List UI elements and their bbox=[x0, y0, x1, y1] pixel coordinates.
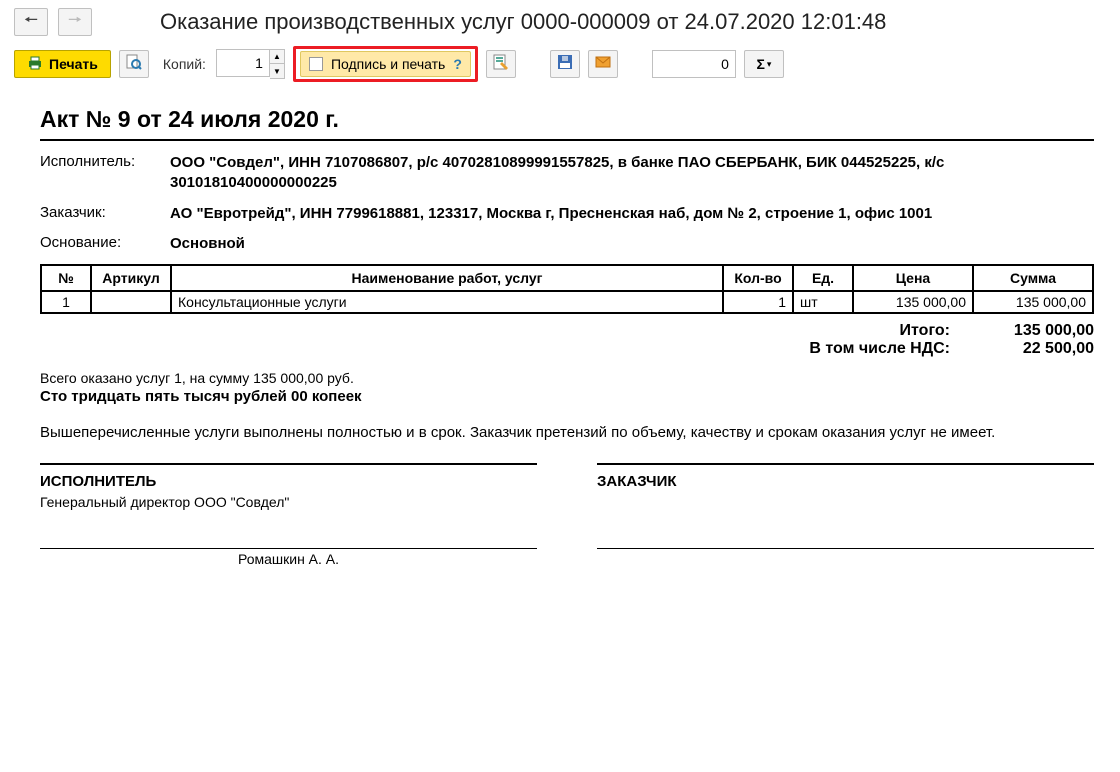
email-button[interactable] bbox=[588, 50, 618, 78]
th-art: Артикул bbox=[91, 265, 171, 291]
print-button-label: Печать bbox=[49, 56, 98, 72]
sign-seal-highlight: Подпись и печать ? bbox=[293, 46, 478, 82]
printer-icon bbox=[27, 55, 43, 74]
print-button[interactable]: Печать bbox=[14, 50, 111, 78]
sigma-button[interactable]: Σ ▾ bbox=[744, 50, 784, 78]
performer-sign-header: ИСПОЛНИТЕЛЬ bbox=[40, 473, 537, 490]
performer-sign-name: Ромашкин А. А. bbox=[40, 551, 537, 567]
total-label: Итого: bbox=[900, 322, 950, 340]
performer-value: ООО "Совдел", ИНН 7107086807, р/с 407028… bbox=[170, 153, 1094, 194]
help-icon[interactable]: ? bbox=[453, 56, 462, 72]
sigma-icon: Σ bbox=[756, 56, 764, 72]
cell-qty: 1 bbox=[723, 291, 793, 313]
sign-seal-label: Подпись и печать bbox=[331, 56, 445, 72]
edit-document-icon bbox=[493, 54, 509, 75]
envelope-icon bbox=[595, 54, 611, 75]
nav-forward-button[interactable]: 🠖 bbox=[58, 8, 92, 36]
magnifier-icon bbox=[126, 54, 142, 75]
copies-input[interactable] bbox=[216, 49, 270, 77]
basis-value: Основной bbox=[170, 234, 1094, 254]
nav-back-button[interactable]: 🠔 bbox=[14, 8, 48, 36]
vat-label: В том числе НДС: bbox=[809, 340, 950, 358]
customer-value: АО "Евротрейд", ИНН 7799618881, 123317, … bbox=[170, 204, 1094, 224]
table-row: 1 Консультационные услуги 1 шт 135 000,0… bbox=[41, 291, 1093, 313]
total-value: 135 000,00 bbox=[974, 322, 1094, 340]
cell-unit: шт bbox=[793, 291, 853, 313]
cell-art bbox=[91, 291, 171, 313]
th-name: Наименование работ, услуг bbox=[171, 265, 723, 291]
vat-value: 22 500,00 bbox=[974, 340, 1094, 358]
edit-button[interactable] bbox=[486, 50, 516, 78]
copies-down[interactable]: ▼ bbox=[270, 64, 284, 78]
performer-sign-sub: Генеральный директор ООО "Совдел" bbox=[40, 494, 537, 510]
cell-name: Консультационные услуги bbox=[171, 291, 723, 313]
customer-sign-header: ЗАКАЗЧИК bbox=[597, 473, 1094, 490]
th-sum: Сумма bbox=[973, 265, 1093, 291]
document-title: Акт № 9 от 24 июля 2020 г. bbox=[40, 106, 1094, 141]
items-table: № Артикул Наименование работ, услуг Кол-… bbox=[40, 264, 1094, 314]
number-input[interactable] bbox=[652, 50, 736, 78]
th-num: № bbox=[41, 265, 91, 291]
basis-label: Основание: bbox=[40, 234, 170, 251]
floppy-icon bbox=[557, 54, 573, 75]
cell-num: 1 bbox=[41, 291, 91, 313]
dropdown-caret-icon: ▾ bbox=[767, 59, 772, 70]
customer-label: Заказчик: bbox=[40, 204, 170, 221]
performer-label: Исполнитель: bbox=[40, 153, 170, 170]
summary-line: Всего оказано услуг 1, на сумму 135 000,… bbox=[40, 370, 1094, 386]
th-price: Цена bbox=[853, 265, 973, 291]
th-unit: Ед. bbox=[793, 265, 853, 291]
disclaimer: Вышеперечисленные услуги выполнены полно… bbox=[40, 423, 1094, 443]
save-button[interactable] bbox=[550, 50, 580, 78]
summary-words: Сто тридцать пять тысяч рублей 00 копеек bbox=[40, 388, 1094, 405]
cell-price: 135 000,00 bbox=[853, 291, 973, 313]
cell-sum: 135 000,00 bbox=[973, 291, 1093, 313]
th-qty: Кол-во bbox=[723, 265, 793, 291]
preview-button[interactable] bbox=[119, 50, 149, 78]
copies-up[interactable]: ▲ bbox=[270, 50, 284, 64]
copies-label: Копий: bbox=[163, 56, 206, 72]
sign-seal-checkbox[interactable] bbox=[309, 57, 323, 71]
page-title: Оказание производственных услуг 0000-000… bbox=[160, 9, 886, 35]
